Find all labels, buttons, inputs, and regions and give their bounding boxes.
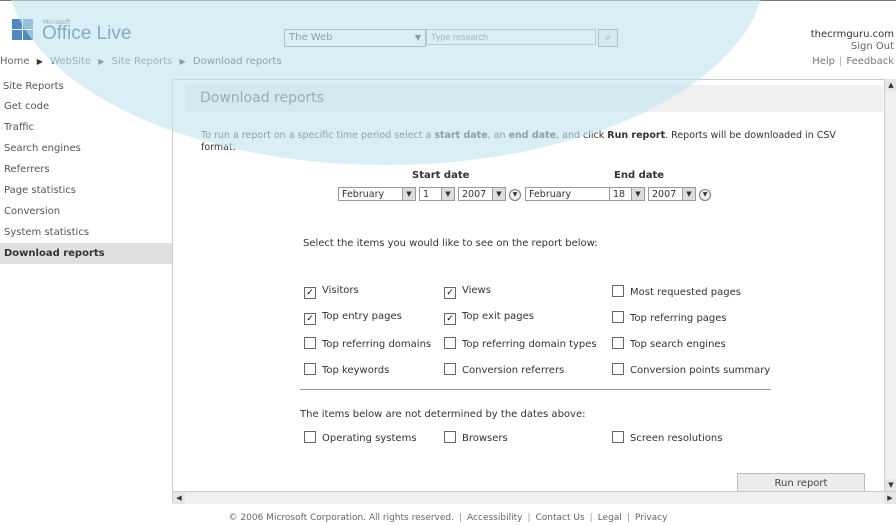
scroll-right-icon[interactable]: ▶ xyxy=(884,492,896,504)
not-determined-text: The items below are not determined by th… xyxy=(300,409,586,420)
sidebar-item-get-code[interactable]: Get code xyxy=(0,96,172,117)
start-year-select[interactable]: 2007 ▼ xyxy=(458,187,506,201)
sidebar-item-referrers[interactable]: Referrers xyxy=(0,159,172,180)
header: Microsoft Office Live The Web ▼ ⌕ thecrm… xyxy=(0,0,896,53)
start-day-select[interactable]: 1 ▼ xyxy=(419,187,455,201)
checkbox-box[interactable] xyxy=(304,431,316,443)
breadcrumb-separator-icon: ▶ xyxy=(98,57,105,66)
search-scope-value: The Web xyxy=(289,32,333,43)
checkbox-browsers[interactable]: Browsers xyxy=(444,431,508,444)
checkbox-views[interactable]: ✓ Views xyxy=(444,285,491,299)
vertical-scrollbar[interactable]: ▲ ▼ xyxy=(884,79,896,491)
sidebar-item-traffic[interactable]: Traffic xyxy=(0,117,172,138)
feedback-link[interactable]: Feedback xyxy=(846,56,894,67)
page-title: Download reports xyxy=(200,90,325,106)
checkbox-top-entry-pages[interactable]: ✓ Top entry pages xyxy=(304,311,402,325)
dropdown-arrow-icon: ▼ xyxy=(492,188,505,200)
dropdown-arrow-icon: ▼ xyxy=(441,188,454,200)
start-month-select[interactable]: February ▼ xyxy=(338,187,416,201)
scroll-down-icon[interactable]: ▼ xyxy=(885,479,896,491)
divider xyxy=(300,389,771,390)
instructions-text: To run a report on a specific time perio… xyxy=(201,130,836,153)
office-live-logo[interactable]: Microsoft Office Live xyxy=(12,19,132,49)
search-button[interactable]: ⌕ xyxy=(598,29,618,47)
checkbox-top-exit-pages[interactable]: ✓ Top exit pages xyxy=(444,311,534,325)
checkbox-box[interactable] xyxy=(444,337,456,349)
dropdown-arrow-icon: ▼ xyxy=(402,188,415,200)
checkbox-box[interactable] xyxy=(304,363,316,375)
breadcrumb-separator-icon: ▶ xyxy=(36,57,43,66)
help-link[interactable]: Help xyxy=(812,56,835,67)
breadcrumb-home[interactable]: Home xyxy=(0,56,30,67)
sign-out-link[interactable]: Sign Out xyxy=(811,41,894,53)
footer-link-privacy[interactable]: Privacy xyxy=(635,513,668,523)
dropdown-arrow-icon: ▼ xyxy=(414,33,421,42)
checkbox-box[interactable] xyxy=(612,431,624,443)
checkbox-box[interactable]: ✓ xyxy=(444,287,456,299)
checkbox-top-search-engines[interactable]: Top search engines xyxy=(612,337,726,350)
copyright-text: © 2006 Microsoft Corporation. All rights… xyxy=(228,513,454,523)
search-icon: ⌕ xyxy=(605,32,611,43)
sidebar-header: Site Reports xyxy=(3,81,64,92)
sidebar-item-page-statistics[interactable]: Page statistics xyxy=(0,180,172,201)
user-area: thecrmguru.com Sign Out xyxy=(811,29,894,53)
checkbox-conversion-points-summary[interactable]: Conversion points summary xyxy=(612,363,770,376)
sidebar-item-search-engines[interactable]: Search engines xyxy=(0,138,172,159)
checkbox-conversion-referrers[interactable]: Conversion referrers xyxy=(444,363,564,376)
footer: © 2006 Microsoft Corporation. All rights… xyxy=(228,513,668,523)
checkbox-box[interactable]: ✓ xyxy=(304,313,316,325)
footer-link-legal[interactable]: Legal xyxy=(598,513,622,523)
checkbox-operating-systems[interactable]: Operating systems xyxy=(304,431,417,444)
end-year-select[interactable]: 2007 ▼ xyxy=(648,187,696,201)
breadcrumb-current: Download reports xyxy=(192,56,282,67)
checkbox-most-requested-pages[interactable]: Most requested pages xyxy=(612,285,741,298)
sidebar-item-conversion[interactable]: Conversion xyxy=(0,201,172,222)
breadcrumb-site-reports[interactable]: Site Reports xyxy=(112,56,173,67)
checkbox-visitors[interactable]: ✓ Visitors xyxy=(304,285,359,299)
sidebar-item-system-statistics[interactable]: System statistics xyxy=(0,222,172,243)
breadcrumb-separator-icon: ▶ xyxy=(179,57,186,66)
start-calendar-icon[interactable]: ▼ xyxy=(509,189,521,201)
checkbox-box[interactable] xyxy=(612,337,624,349)
footer-link-contact-us[interactable]: Contact Us xyxy=(535,513,584,523)
checkbox-box[interactable] xyxy=(304,337,316,349)
checkbox-box[interactable]: ✓ xyxy=(444,313,456,325)
top-links: Help | Feedback xyxy=(812,56,894,67)
checkbox-top-referring-domain-types[interactable]: Top referring domain types xyxy=(444,337,597,350)
start-date-label: Start date xyxy=(412,170,470,181)
breadcrumb: Home ▶ WebSite ▶ Site Reports ▶ Download… xyxy=(0,56,282,67)
checkbox-top-keywords[interactable]: Top keywords xyxy=(304,363,389,376)
end-day-select[interactable]: 18 ▼ xyxy=(609,187,645,201)
checkbox-box[interactable] xyxy=(612,285,624,297)
sidebar: Site Reports Get code Traffic Search eng… xyxy=(0,78,172,498)
user-domain: thecrmguru.com xyxy=(810,29,894,40)
dropdown-arrow-icon: ▼ xyxy=(631,188,644,200)
search-input[interactable] xyxy=(426,29,596,45)
end-date-label: End date xyxy=(614,170,665,181)
checkbox-box[interactable]: ✓ xyxy=(304,287,316,299)
windows-logo-icon xyxy=(12,19,34,41)
checkbox-box[interactable] xyxy=(444,431,456,443)
end-calendar-icon[interactable]: ▼ xyxy=(699,189,711,201)
checkbox-box[interactable] xyxy=(612,311,624,323)
scroll-up-icon[interactable]: ▲ xyxy=(885,79,896,91)
checkbox-box[interactable] xyxy=(444,363,456,375)
scroll-left-icon[interactable]: ◀ xyxy=(173,492,185,504)
page-title-bar: Download reports xyxy=(185,85,883,112)
breadcrumb-website[interactable]: WebSite xyxy=(50,56,91,67)
checkbox-top-referring-pages[interactable]: Top referring pages xyxy=(612,311,727,324)
logo-text: Office Live xyxy=(42,23,132,44)
dropdown-arrow-icon: ▼ xyxy=(682,188,695,200)
search-scope-select[interactable]: The Web ▼ xyxy=(284,29,426,47)
checkbox-box[interactable] xyxy=(612,363,624,375)
horizontal-scrollbar[interactable]: ◀ ▶ xyxy=(173,491,896,504)
sidebar-item-download-reports[interactable]: Download reports xyxy=(0,243,172,264)
select-items-prompt: Select the items you would like to see o… xyxy=(303,238,598,249)
checkbox-top-referring-domains[interactable]: Top referring domains xyxy=(304,337,431,350)
footer-link-accessibility[interactable]: Accessibility xyxy=(467,513,522,523)
checkbox-screen-resolutions[interactable]: Screen resolutions xyxy=(612,431,722,444)
